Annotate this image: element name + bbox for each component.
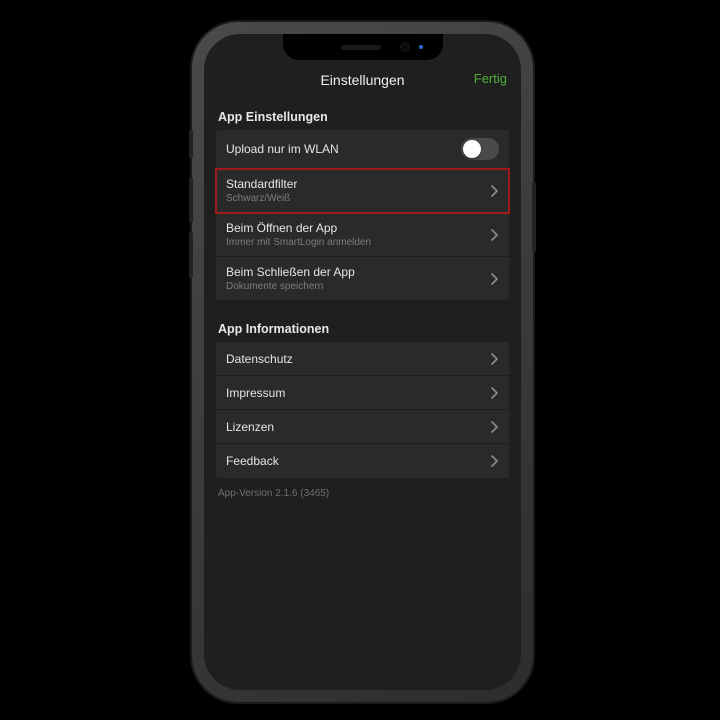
row-privacy[interactable]: Datenschutz xyxy=(216,342,509,376)
chevron-right-icon xyxy=(491,455,499,467)
row-licenses[interactable]: Lizenzen xyxy=(216,410,509,444)
section-header-app-settings: App Einstellungen xyxy=(204,96,521,130)
row-label: Datenschutz xyxy=(226,352,491,366)
row-label: Standardfilter xyxy=(226,177,491,191)
app-version-label: App-Version 2.1.6 (3465) xyxy=(204,478,521,509)
volume-up-button xyxy=(189,177,193,223)
app-content: Einstellungen Fertig App Einstellungen U… xyxy=(204,34,521,690)
chevron-right-icon xyxy=(491,387,499,399)
row-standard-filter[interactable]: Standardfilter Schwarz/Weiß xyxy=(216,169,509,213)
row-label: Feedback xyxy=(226,454,491,468)
list-app-settings: Upload nur im WLAN Standardfilter Schwar… xyxy=(216,130,509,300)
row-label: Beim Öffnen der App xyxy=(226,221,491,235)
chevron-right-icon xyxy=(491,421,499,433)
row-on-open[interactable]: Beim Öffnen der App Immer mit SmartLogin… xyxy=(216,213,509,257)
notch xyxy=(283,34,443,60)
row-label: Lizenzen xyxy=(226,420,491,434)
row-label: Upload nur im WLAN xyxy=(226,142,461,156)
row-sublabel: Schwarz/Weiß xyxy=(226,193,491,204)
toggle-upload-wlan[interactable] xyxy=(461,138,499,160)
mute-switch xyxy=(189,130,193,158)
navbar: Einstellungen Fertig xyxy=(204,64,521,96)
chevron-right-icon xyxy=(491,273,499,285)
chevron-right-icon xyxy=(491,185,499,197)
toggle-knob xyxy=(463,140,481,158)
row-imprint[interactable]: Impressum xyxy=(216,376,509,410)
volume-down-button xyxy=(189,232,193,278)
screen: Einstellungen Fertig App Einstellungen U… xyxy=(204,34,521,690)
row-label: Impressum xyxy=(226,386,491,400)
phone-frame: Einstellungen Fertig App Einstellungen U… xyxy=(192,22,533,702)
row-upload-wlan[interactable]: Upload nur im WLAN xyxy=(216,130,509,169)
power-button xyxy=(532,182,536,252)
done-button[interactable]: Fertig xyxy=(474,71,507,86)
page-title: Einstellungen xyxy=(320,72,404,88)
row-feedback[interactable]: Feedback xyxy=(216,444,509,478)
chevron-right-icon xyxy=(491,229,499,241)
section-header-app-info: App Informationen xyxy=(204,300,521,342)
row-label: Beim Schließen der App xyxy=(226,265,491,279)
row-sublabel: Immer mit SmartLogin anmelden xyxy=(226,237,491,248)
chevron-right-icon xyxy=(491,353,499,365)
list-app-info: Datenschutz Impressum Lizenzen xyxy=(216,342,509,478)
row-on-close[interactable]: Beim Schließen der App Dokumente speiche… xyxy=(216,257,509,300)
row-sublabel: Dokumente speichern xyxy=(226,281,491,292)
